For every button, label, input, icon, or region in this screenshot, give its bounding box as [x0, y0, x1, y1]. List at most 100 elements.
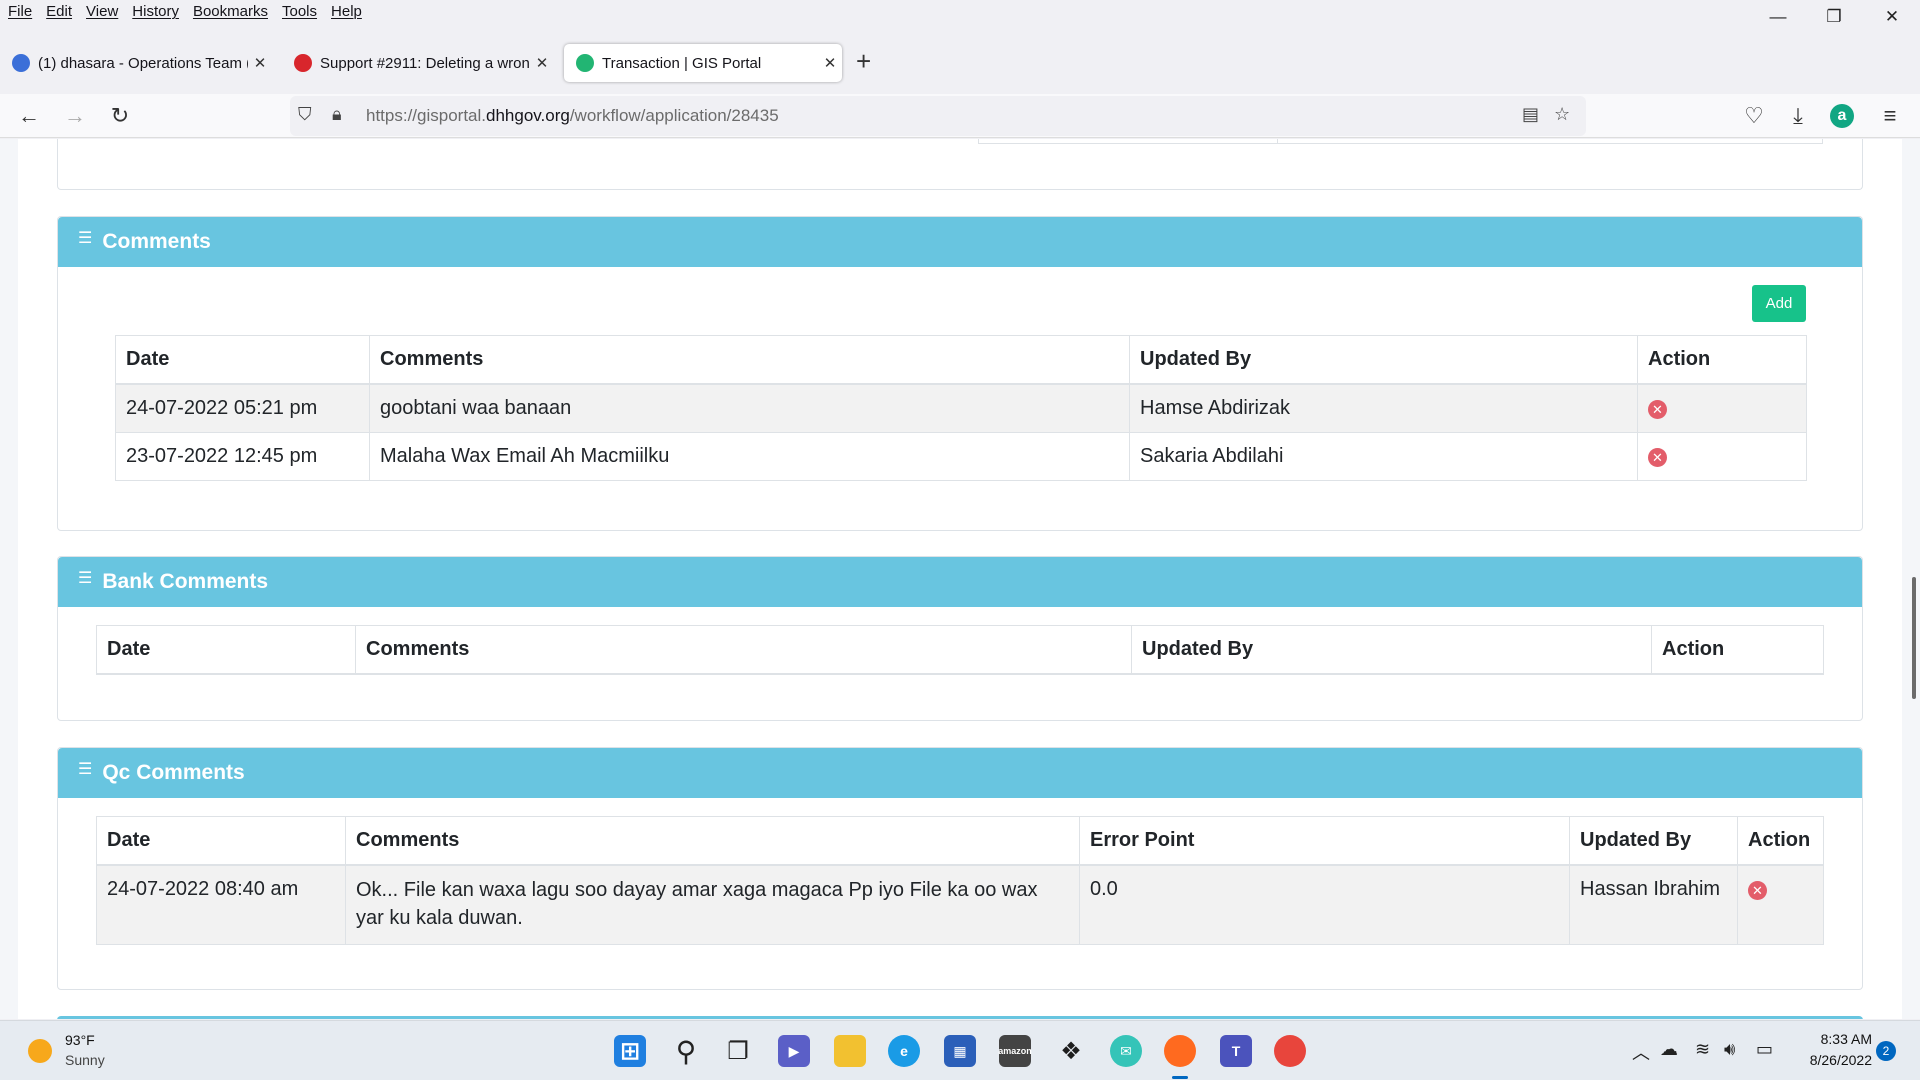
page-content: ☰ Comments Add Date Comments Updated By … [0, 139, 1920, 1019]
shield-icon[interactable]: ⛉ [298, 104, 312, 125]
column-header-action: Action [1637, 335, 1807, 385]
volume-icon[interactable]: 🔊︎ [1724, 1039, 1735, 1060]
file-explorer-icon[interactable] [834, 1035, 866, 1067]
page-body: ☰ Comments Add Date Comments Updated By … [18, 139, 1902, 1019]
column-header-error-point: Error Point [1079, 816, 1570, 866]
battery-icon[interactable]: ▭ [1756, 1039, 1773, 1060]
gis-portal-icon [576, 54, 594, 72]
new-tab-button[interactable]: + [856, 46, 871, 77]
list-icon: ☰ [78, 230, 93, 247]
task-view-icon[interactable]: ❐ [722, 1035, 754, 1067]
tab-close-icon[interactable]: ✕ [248, 54, 272, 72]
comments-table: Date Comments Updated By Action 24-07-20… [115, 335, 1807, 481]
previous-table-cell [978, 139, 1278, 144]
url-text[interactable]: https://gisportal.dhhgov.org/workflow/ap… [366, 106, 779, 126]
list-icon: ☰ [78, 570, 93, 587]
menu-view[interactable]: View [86, 3, 118, 20]
tab-operations-team[interactable]: (1) dhasara - Operations Team ( ✕ [0, 44, 272, 82]
support-app-icon [294, 54, 312, 72]
windows-start-icon[interactable]: ⊞ [614, 1035, 646, 1067]
teams-icon[interactable]: T [1220, 1035, 1252, 1067]
back-arrow-icon[interactable]: ← [15, 102, 43, 130]
menu-bar: File Edit View History Bookmarks Tools H… [0, 0, 1920, 26]
lock-icon[interactable]: 🔒︎ [332, 104, 342, 125]
column-header-comments: Comments [369, 335, 1130, 385]
qc-comments-header: ☰ Qc Comments [58, 748, 1862, 798]
cloud-icon[interactable]: ☁ [1660, 1039, 1678, 1060]
column-header-updated-by: Updated By [1131, 625, 1652, 675]
url-bar[interactable]: ⛉ 🔒︎ https://gisportal.dhhgov.org/workfl… [290, 96, 1586, 136]
wifi-icon[interactable]: ≋ [1695, 1039, 1710, 1060]
menu-tools[interactable]: Tools [282, 3, 317, 20]
reader-view-icon[interactable]: ▤ [1522, 104, 1539, 125]
table-header-row: Date Comments Updated By Action [115, 335, 1807, 385]
sun-icon[interactable] [28, 1039, 52, 1063]
hamburger-menu-icon[interactable]: ≡ [1876, 102, 1904, 130]
minimize-button[interactable]: — [1750, 0, 1806, 34]
tab-close-icon[interactable]: ✕ [530, 54, 554, 72]
clock-time[interactable]: 8:33 AM [1796, 1031, 1872, 1047]
tab-transaction-gis-portal[interactable]: Transaction | GIS Portal ✕ [564, 44, 842, 82]
menu-bookmarks[interactable]: Bookmarks [193, 3, 268, 20]
account-avatar-icon[interactable]: a [1830, 104, 1854, 128]
cell-date: 24-07-2022 08:40 am [96, 864, 346, 945]
navigation-bar: ← → ↻ ⛉ 🔒︎ https://gisportal.dhhgov.org/… [0, 94, 1920, 138]
chat-icon[interactable]: ▶ [778, 1035, 810, 1067]
forward-arrow-icon[interactable]: → [61, 102, 89, 130]
page-scrollbar[interactable] [1906, 139, 1920, 1019]
close-window-button[interactable]: ✕ [1864, 0, 1920, 34]
add-comment-button[interactable]: Add [1752, 285, 1806, 322]
bookmark-star-icon[interactable]: ☆ [1554, 104, 1570, 125]
tab-support[interactable]: Support #2911: Deleting a wron ✕ [282, 44, 554, 82]
cell-date: 24-07-2022 05:21 pm [115, 383, 370, 433]
cell-updated-by: Hassan Ibrahim [1569, 864, 1738, 945]
chrome-icon[interactable] [1274, 1035, 1306, 1067]
menu-help[interactable]: Help [331, 3, 362, 20]
cell-action: ✕ [1637, 432, 1807, 481]
edge-browser-icon[interactable]: e [888, 1035, 920, 1067]
download-icon[interactable]: ⤓ [1784, 102, 1812, 130]
weather-temp[interactable]: 93°F [65, 1032, 95, 1048]
qc-comments-card: ☰ Qc Comments Date Comments Error Point … [57, 747, 1863, 990]
table-row: 23-07-2022 12:45 pm Malaha Wax Email Ah … [115, 432, 1807, 481]
tab-close-icon[interactable]: ✕ [818, 54, 842, 72]
tab-title: (1) dhasara - Operations Team ( [38, 54, 248, 72]
chevron-up-icon[interactable]: ︿ [1632, 1039, 1650, 1065]
column-header-updated-by: Updated By [1129, 335, 1638, 385]
cell-updated-by: Hamse Abdirizak [1129, 383, 1638, 433]
notification-badge[interactable]: 2 [1876, 1041, 1896, 1061]
store-icon[interactable]: ▦ [944, 1035, 976, 1067]
amazon-icon[interactable]: amazon [998, 1035, 1032, 1067]
cell-comment: Ok... File kan waxa lagu soo dayay amar … [345, 864, 1080, 945]
scrollbar-thumb[interactable] [1912, 577, 1916, 699]
table-header-row: Date Comments Updated By Action [96, 625, 1824, 675]
bank-comments-card: ☰ Bank Comments Date Comments Updated By… [57, 556, 1863, 721]
weather-desc[interactable]: Sunny [65, 1052, 105, 1068]
delete-icon[interactable]: ✕ [1748, 881, 1767, 900]
bank-comments-title: Bank Comments [102, 570, 269, 593]
menu-edit[interactable]: Edit [46, 3, 72, 20]
dropbox-icon[interactable]: ❖ [1055, 1035, 1087, 1067]
previous-card [57, 139, 1863, 190]
taskbar: 93°F Sunny ⊞ ⚲ ❐ ▶ e ▦ amazon ❖ ✉ T ︿ ☁ … [0, 1020, 1920, 1080]
delete-icon[interactable]: ✕ [1648, 448, 1667, 467]
search-icon[interactable]: ⚲ [670, 1035, 702, 1067]
clock-date[interactable]: 8/26/2022 [1796, 1052, 1872, 1068]
table-row: 24-07-2022 05:21 pm goobtani waa banaan … [115, 383, 1807, 433]
cell-comment: goobtani waa banaan [369, 383, 1130, 433]
column-header-updated-by: Updated By [1569, 816, 1738, 866]
firefox-icon[interactable] [1164, 1035, 1196, 1067]
mail-icon[interactable]: ✉ [1110, 1035, 1142, 1067]
column-header-comments: Comments [345, 816, 1080, 866]
menu-file[interactable]: File [8, 3, 32, 20]
cell-updated-by: Sakaria Abdilahi [1129, 432, 1638, 481]
reload-icon[interactable]: ↻ [106, 102, 134, 130]
cell-comment: Malaha Wax Email Ah Macmiilku [369, 432, 1130, 481]
restore-button[interactable]: ❐ [1806, 0, 1862, 34]
delete-icon[interactable]: ✕ [1648, 400, 1667, 419]
column-header-action: Action [1651, 625, 1824, 675]
pocket-icon[interactable]: ♡ [1740, 102, 1768, 130]
column-header-date: Date [96, 816, 346, 866]
comments-title: Comments [102, 230, 211, 253]
menu-history[interactable]: History [132, 3, 179, 20]
